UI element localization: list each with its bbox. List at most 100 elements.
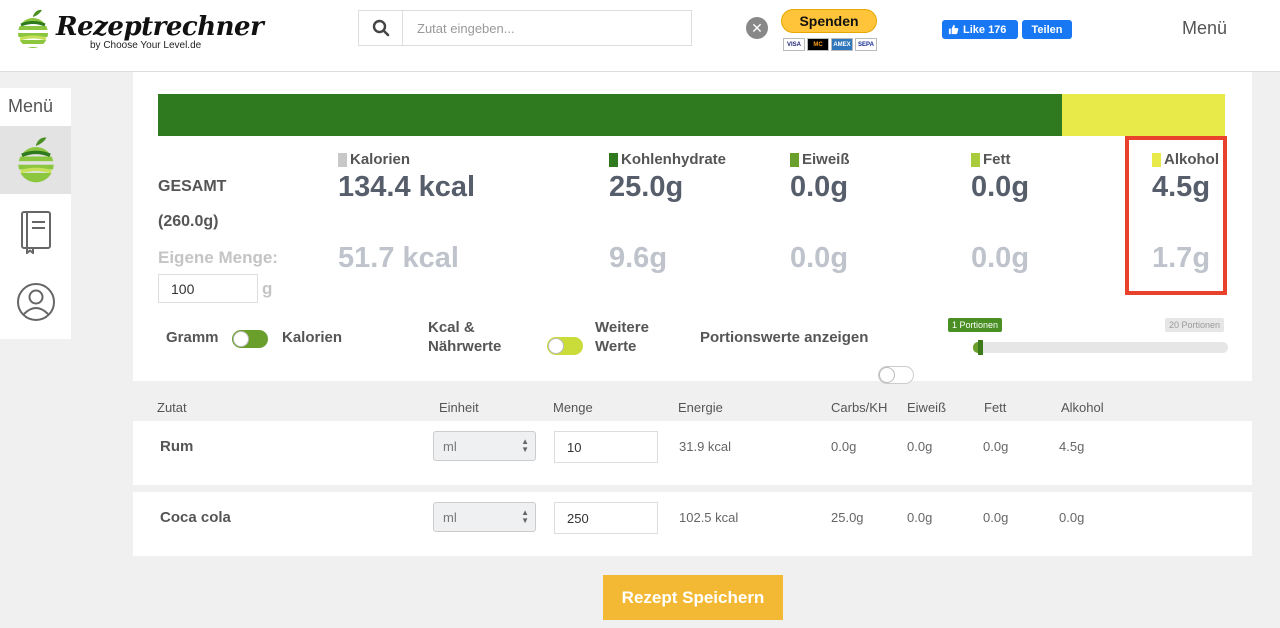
kalorien-label-text: Kalorien (350, 151, 411, 168)
search-button[interactable] (359, 11, 403, 45)
carbs-value: 0.0g (831, 439, 857, 454)
logo[interactable]: Rezeptrechner by Choose Your Level.de (16, 8, 264, 56)
unit-select-value: ml (443, 509, 457, 525)
kcal-label-line1: Kcal & (428, 319, 475, 336)
apple-icon (17, 137, 54, 183)
energie-value: 102.5 kcal (679, 510, 739, 525)
quantity-input[interactable] (554, 502, 658, 534)
ingredient-name: Rum (160, 438, 194, 455)
portions-slider[interactable] (973, 340, 1228, 355)
top-menu-link[interactable]: Menü (1182, 18, 1227, 39)
portions-slider-handle[interactable] (978, 340, 983, 355)
search-input[interactable] (403, 11, 691, 45)
th-alkohol: Alkohol (1061, 400, 1104, 415)
fett-own: 0.0g (971, 242, 1030, 274)
clear-icon[interactable]: ✕ (746, 17, 768, 39)
kalorien-own: 51.7 kcal (338, 242, 459, 274)
fett-value: 0.0g (983, 510, 1009, 525)
top-header: Rezeptrechner by Choose Your Level.de ✕ … (0, 0, 1280, 72)
user-icon (16, 283, 55, 321)
toggle-knob (548, 338, 564, 354)
unit-select[interactable]: ml ▲ ▼ (433, 502, 536, 532)
save-recipe-button[interactable]: Rezept Speichern (603, 575, 783, 620)
logo-subtitle: by Choose Your Level.de (90, 40, 202, 51)
kalorien-color-icon (338, 152, 347, 167)
weitere-label-line2: Werte (595, 338, 637, 355)
sidebar-item-book[interactable] (0, 198, 71, 266)
th-fett: Fett (984, 400, 1007, 415)
energie-value: 31.9 kcal (679, 439, 732, 454)
eiweiss-value: 0.0g (907, 439, 933, 454)
kohlenhydrate-label-text: Kohlenhydrate (621, 151, 727, 168)
summary-panel: GESAMT (260.0g) Eigene Menge: g Kalorien… (133, 72, 1252, 384)
kohlenhydrate-own: 9.6g (609, 242, 668, 274)
sidebar-menu-label: Menü (8, 96, 54, 116)
left-sidebar: Menü (0, 88, 71, 339)
th-eiweiss: Eiweiß (907, 400, 947, 415)
kalorien-toggle-label: Kalorien (282, 329, 343, 346)
alkohol-highlight-box (1125, 136, 1227, 295)
weitere-label-line1: Weitere (595, 319, 649, 336)
quantity-input[interactable] (554, 431, 658, 463)
gesamt-weight: (260.0g) (158, 213, 219, 230)
kalorien-total: 134.4 kcal (338, 171, 476, 203)
eigene-menge-label: Eigene Menge: (158, 248, 278, 267)
macro-bar (158, 94, 1225, 136)
sepa-card-icon: SEPA (855, 38, 877, 51)
portionswerte-toggle[interactable] (878, 366, 914, 384)
thumbs-up-icon (948, 24, 959, 35)
th-zutat: Zutat (157, 400, 187, 415)
sidebar-item-profile[interactable] (0, 268, 71, 336)
table-row: Coca cola ml ▲▼ 102.5 kcal 25.0g 0.0g 0.… (133, 492, 1252, 556)
eiweiss-own: 0.0g (790, 242, 849, 274)
alkohol-value: 0.0g (1059, 510, 1085, 525)
kcal-weitere-toggle[interactable] (547, 337, 583, 355)
book-icon (20, 211, 51, 254)
unit-select[interactable]: ml ▲ ▼ (433, 431, 536, 461)
eiweiss-label-text: Eiweiß (802, 151, 850, 168)
facebook-like-label: Like 176 (963, 23, 1007, 36)
amex-card-icon: AMEX (831, 38, 853, 51)
th-carbs: Carbs/KH (831, 400, 888, 415)
th-menge: Menge (553, 400, 593, 415)
select-arrows-icon: ▲ ▼ (521, 508, 529, 525)
portionswerte-label: Portionswerte anzeigen (700, 329, 869, 346)
table-row: Rum ml ▲▼ 31.9 kcal 0.0g 0.0g 0.0g 4.5g (133, 421, 1252, 485)
portions-max-badge: 20 Portionen (1165, 318, 1225, 332)
fett-label-text: Fett (983, 151, 1011, 168)
alkohol-value: 4.5g (1059, 439, 1085, 454)
ingredient-name: Coca cola (160, 509, 231, 526)
fett-color-icon (971, 152, 980, 167)
payment-cards: VISA MC AMEX SEPA (783, 38, 877, 51)
col-kohlenhydrate-label: Kohlenhydrate (609, 151, 726, 168)
fett-total: 0.0g (971, 171, 1030, 203)
th-energie: Energie (678, 400, 723, 415)
unit-select-value: ml (443, 438, 457, 454)
toggle-knob (879, 367, 895, 383)
kohlenhydrate-color-icon (609, 152, 618, 167)
select-arrows-icon: ▲ ▼ (521, 437, 529, 454)
carbs-value: 25.0g (831, 510, 864, 525)
logo-text: Rezeptrechner (56, 12, 264, 42)
sidebar-item-recipe[interactable] (0, 126, 71, 194)
kohlenhydrate-total: 25.0g (609, 171, 684, 203)
kcal-label-line2: Nährwerte (428, 338, 502, 355)
facebook-like-button[interactable]: Like 176 (942, 20, 1018, 39)
eiweiss-value: 0.0g (907, 510, 933, 525)
macro-bar-segment (1061, 94, 1225, 136)
mastercard-icon: MC (807, 38, 829, 51)
gesamt-label: GESAMT (158, 178, 227, 195)
gramm-kalorien-toggle[interactable] (232, 330, 268, 348)
col-fett-label: Fett (971, 151, 1011, 168)
toggle-knob (233, 331, 249, 347)
fett-value: 0.0g (983, 439, 1009, 454)
eiweiss-color-icon (790, 152, 799, 167)
facebook-share-button[interactable]: Teilen (1022, 20, 1072, 39)
eigene-menge-unit: g (262, 279, 273, 298)
col-kalorien-label: Kalorien (338, 151, 410, 168)
visa-card-icon: VISA (783, 38, 805, 51)
eigene-menge-input[interactable] (158, 274, 258, 303)
macro-bar-segment (158, 94, 1062, 136)
spenden-button[interactable]: Spenden (781, 9, 877, 33)
col-eiweiss-label: Eiweiß (790, 151, 850, 168)
